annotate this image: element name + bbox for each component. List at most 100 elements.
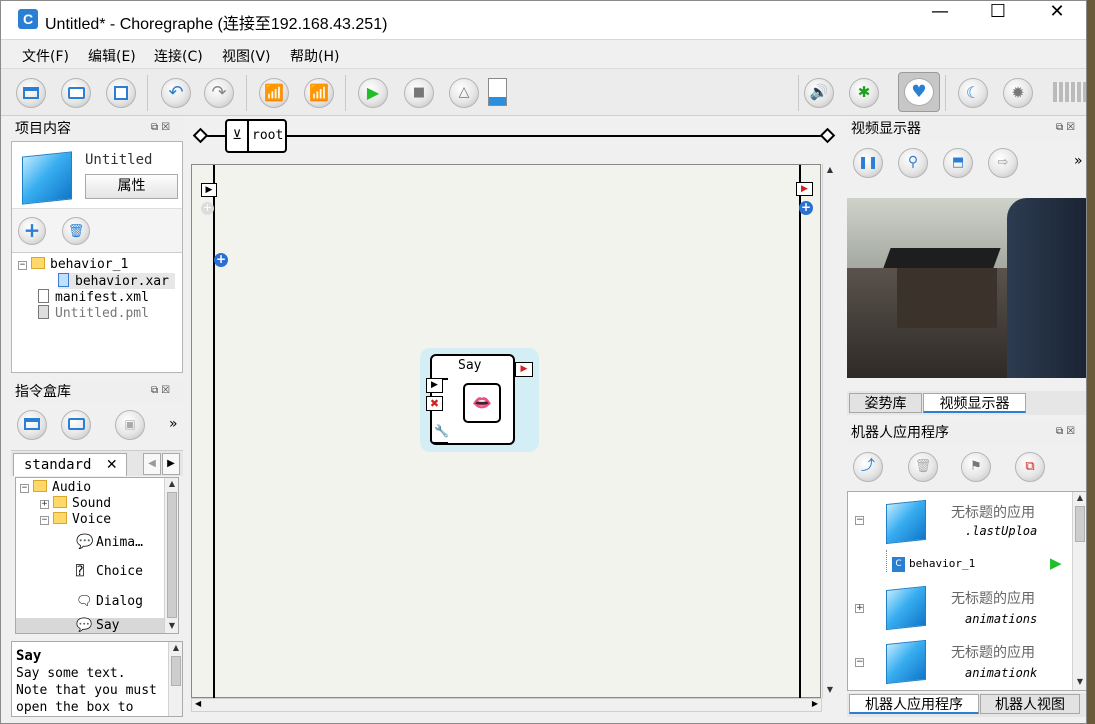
apps-panel-title: 机器人应用程序 (847, 422, 1086, 444)
lib-item-sound[interactable]: + Sound (40, 496, 111, 511)
menu-view[interactable]: 视图(V) (222, 46, 271, 66)
open-project-icon[interactable] (61, 78, 91, 108)
rest-icon[interactable]: ☾ (958, 78, 988, 108)
tab-robot-view[interactable]: 机器人视图 (980, 694, 1080, 714)
description-line-1: Say some text. (16, 666, 126, 681)
description-line-2: Note that you must (16, 683, 157, 698)
timeline-end-handle[interactable] (819, 127, 836, 144)
library-save-icon[interactable]: ▣ (115, 410, 145, 440)
default-app-icon[interactable]: ⚑ (961, 452, 991, 482)
flow-diagram-canvas[interactable]: ▶ + + ▶ + Say 👄 🔧 ▶ ✖ ▶ (191, 164, 836, 699)
redo-icon[interactable]: ↷ (204, 78, 234, 108)
tab-scroll-left-icon[interactable]: ◀ (143, 453, 161, 475)
play-icon[interactable]: ▶ (358, 78, 388, 108)
tab-robot-applications[interactable]: 机器人应用程序 (849, 694, 979, 714)
video-export-icon[interactable]: ⇨ (988, 148, 1018, 178)
stop-all-apps-icon[interactable]: ⧉ (1015, 452, 1045, 482)
settings-icon[interactable]: ✹ (1003, 78, 1033, 108)
tree-item-behavior-xar[interactable]: behavior.xar (58, 273, 175, 289)
project-tree-toolbar: + 🗑 (12, 208, 182, 252)
window-title: Untitled* - Choregraphe (连接至192.168.43.2… (45, 16, 388, 33)
run-behavior-play-icon[interactable]: ▶ (1050, 554, 1062, 572)
menu-help[interactable]: 帮助(H) (290, 46, 339, 66)
tree-item-manifest[interactable]: manifest.xml (38, 289, 149, 305)
library-overflow-icon[interactable]: » (169, 416, 178, 432)
video-panel-controls[interactable]: ⧉☒ (1056, 122, 1078, 133)
tab-scroll-right-icon[interactable]: ▶ (162, 453, 180, 475)
behavior-input-icon[interactable]: ▶ (201, 183, 217, 197)
volume-icon[interactable]: 🔊 (804, 78, 834, 108)
undo-icon[interactable]: ↶ (161, 78, 191, 108)
canvas-horizontal-scrollbar[interactable]: ◀ ▶ (191, 698, 822, 712)
disconnect-icon[interactable]: 📶 (304, 78, 334, 108)
app-cube-icon (886, 499, 926, 545)
add-input-blue-icon[interactable]: + (214, 253, 228, 267)
tab-pose-library[interactable]: 姿势库 (849, 393, 922, 413)
library-new-icon[interactable] (17, 410, 47, 440)
library-scrollbar[interactable]: ▲ ▼ (164, 478, 178, 633)
breadcrumb-up-icon[interactable]: ⊻ (227, 121, 249, 151)
description-scrollbar[interactable]: ▲ (168, 642, 182, 716)
behavior-output-icon[interactable]: ▶ (796, 182, 813, 196)
apps-panel-controls[interactable]: ⧉☒ (1056, 426, 1078, 437)
timeline-start-handle[interactable] (192, 127, 209, 144)
breadcrumb[interactable]: ⊻ root (225, 119, 287, 153)
tab-standard[interactable]: standard ✕ (13, 453, 127, 476)
lib-item-dialog[interactable]: 🗨 Dialog (76, 594, 143, 609)
choregraphe-window: C Untitled* - Choregraphe (连接至192.168.43… (0, 0, 1087, 724)
video-panel-title: 视频显示器 (847, 118, 1086, 140)
minimize-button[interactable]: — (911, 1, 969, 39)
canvas-vertical-scrollbar[interactable]: ▲ ▼ (822, 164, 836, 698)
properties-button[interactable]: 属性 (85, 174, 178, 199)
new-project-icon[interactable] (16, 78, 46, 108)
stop-icon[interactable]: ■ (404, 78, 434, 108)
apps-scrollbar[interactable]: ▲ ▼ (1072, 492, 1086, 690)
lib-item-animated-say[interactable]: 💬 Anima… (76, 534, 143, 550)
say-icon: 💬 (76, 618, 93, 633)
tree-item-behavior-folder[interactable]: − behavior_1 (18, 257, 128, 272)
box-settings-wrench-icon[interactable]: 🔧 (434, 424, 449, 438)
menu-bar: 文件(F) 编辑(E) 连接(C) 视图(V) 帮助(H) (1, 39, 1086, 68)
autonomous-life-icon[interactable]: ♥ (898, 72, 940, 112)
close-tab-icon[interactable]: ✕ (106, 457, 118, 473)
project-panel-controls[interactable]: ⧉☒ (151, 122, 173, 133)
lib-item-choice[interactable]: ⍰ Choice (76, 564, 143, 579)
video-track-face-icon[interactable]: ⚲ (898, 148, 928, 178)
library-panel-controls[interactable]: ⧉☒ (151, 385, 173, 396)
lib-item-say[interactable]: 💬 Say (16, 618, 166, 633)
stiffness-icon[interactable]: ✱ (849, 78, 879, 108)
breadcrumb-root[interactable]: root (252, 128, 283, 143)
video-pause-icon[interactable]: ❚❚ (853, 148, 883, 178)
say-input-onstop-icon[interactable]: ✖ (426, 396, 443, 411)
connect-icon[interactable]: 📶 (259, 78, 289, 108)
delete-file-icon[interactable]: 🗑 (62, 217, 90, 245)
say-output-icon[interactable]: ▶ (515, 362, 533, 377)
say-input-onstart-icon[interactable]: ▶ (426, 378, 443, 393)
remove-app-icon[interactable]: 🗑 (908, 452, 938, 482)
main-toolbar: ↶ ↷ 📶 📶 ▶ ■ △ 🔊 ✱ ♥ ☾ ✹ (1, 68, 1086, 116)
project-panel: Untitled 属性 + 🗑 − behavior_1 behavior.xar… (11, 141, 183, 373)
description-line-3: open the box to (16, 700, 134, 715)
lib-item-audio[interactable]: − Audio (20, 480, 91, 495)
say-box-label: Say (458, 358, 482, 373)
library-open-icon[interactable] (61, 410, 91, 440)
tab-video-monitor[interactable]: 视频显示器 (923, 393, 1026, 413)
menu-connection[interactable]: 连接(C) (154, 46, 203, 66)
lib-item-voice[interactable]: − Voice (40, 512, 111, 527)
add-file-icon[interactable]: + (18, 217, 46, 245)
tree-item-pml[interactable]: Untitled.pml (38, 305, 149, 321)
video-learn-icon[interactable]: ⬒ (943, 148, 973, 178)
menu-file[interactable]: 文件(F) (22, 46, 69, 66)
menu-edit[interactable]: 编辑(E) (88, 46, 136, 66)
add-input-icon[interactable]: + (201, 202, 214, 215)
project-file-tree: − behavior_1 behavior.xar manifest.xml Un… (12, 252, 182, 372)
add-output-icon[interactable]: + (799, 201, 813, 215)
video-overflow-icon[interactable]: » (1074, 153, 1083, 169)
save-icon[interactable] (106, 78, 136, 108)
install-app-icon[interactable]: ⤴ (853, 452, 883, 482)
behavior-c-icon: C (892, 557, 905, 572)
canvas-right-rail (799, 165, 801, 699)
close-button[interactable]: ✕ (1028, 1, 1086, 39)
maximize-button[interactable]: ☐ (969, 1, 1027, 39)
debug-icon[interactable]: △ (449, 78, 479, 108)
